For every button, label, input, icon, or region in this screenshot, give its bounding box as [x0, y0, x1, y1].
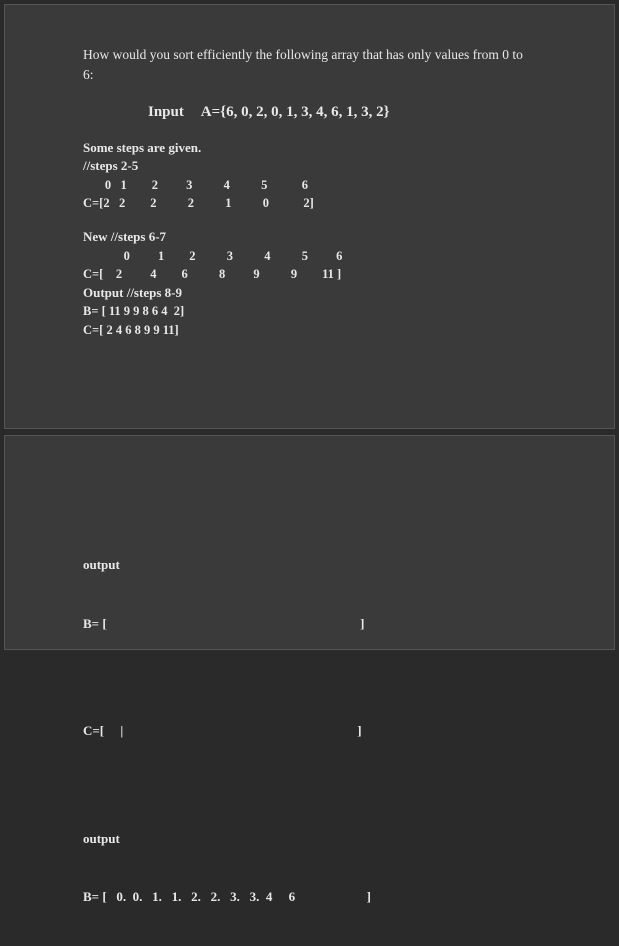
steps-given-label: Some steps are given. — [83, 139, 536, 158]
problem-panel: How would you sort efficiently the follo… — [4, 4, 615, 429]
intro-text: How would you sort efficiently the follo… — [83, 45, 536, 86]
steps-6-7-label: New //steps 6-7 — [83, 228, 536, 247]
steps-2-5-label: //steps 2-5 — [83, 157, 536, 176]
output-label-1: output — [83, 555, 536, 575]
input-label: Input — [148, 104, 184, 120]
output-8-9-label: Output //steps 8-9 — [83, 284, 536, 303]
input-array: A={6, 0, 2, 0, 1, 3, 4, 6, 1, 3, 2} — [201, 104, 390, 120]
index-row-2: 0 1 2 3 4 5 6 — [83, 247, 536, 265]
output-label-2: output — [83, 829, 536, 849]
input-line: Input A={6, 0, 2, 0, 1, 3, 4, 6, 1, 3, 2… — [148, 104, 536, 121]
c-row-1: C=[2 2 2 2 1 0 2] — [83, 194, 536, 212]
index-row-1: 0 1 2 3 4 5 6 — [83, 176, 536, 194]
b-row: B= [ 11 9 9 8 6 4 2] — [83, 302, 536, 320]
answer-panel: output B= [ ] C=[ | ] outp — [4, 435, 615, 650]
steps-block: Some steps are given. //steps 2-5 0 1 2 … — [83, 139, 536, 339]
answer-block: output B= [ ] C=[ | ] outp — [83, 516, 536, 946]
c-row-2: C=[ 2 4 6 8 9 9 11 ] — [83, 265, 536, 283]
c-cursor-row: C=[ | ] — [83, 721, 536, 741]
b-result-row: B= [ 0. 0. 1. 1. 2. 2. 3. 3. 4 6 ] — [83, 887, 536, 907]
c-row-3: C=[ 2 4 6 8 9 9 11] — [83, 321, 536, 339]
b-empty-row: B= [ ] — [83, 614, 536, 634]
